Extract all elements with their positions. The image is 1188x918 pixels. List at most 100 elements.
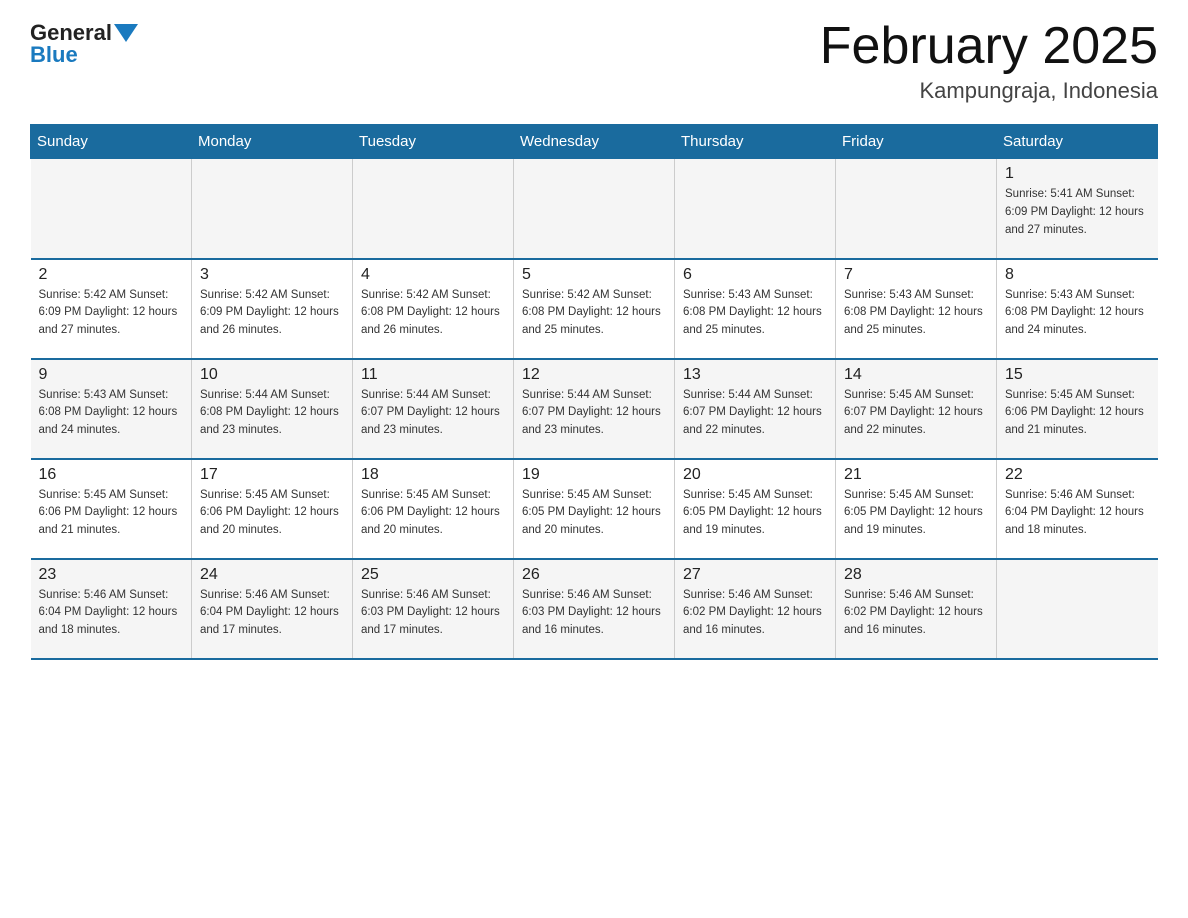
- day-info: Sunrise: 5:44 AM Sunset: 6:07 PM Dayligh…: [361, 387, 505, 440]
- calendar-cell: 19Sunrise: 5:45 AM Sunset: 6:05 PM Dayli…: [514, 459, 675, 559]
- calendar-week-row: 1 Sunrise: 5:41 AM Sunset: 6:09 PM Daylig…: [31, 159, 1158, 259]
- day-number: 17: [200, 466, 344, 484]
- calendar-cell: 12 Sunrise: 5:44 AM Sunset: 6:07 PM Dayli…: [514, 359, 675, 459]
- day-number: 1: [1005, 165, 1150, 183]
- calendar-cell: 11 Sunrise: 5:44 AM Sunset: 6:07 PM Dayli…: [353, 359, 514, 459]
- day-info: Sunrise: 5:44 AM Sunset: 6:07 PM Dayligh…: [522, 387, 666, 440]
- calendar-cell: 17 Sunrise: 5:45 AM Sunset: 6:06 PM Dayli…: [192, 459, 353, 559]
- location-text: Kampungraja, Indonesia: [820, 78, 1158, 104]
- calendar-header-row: SundayMondayTuesdayWednesdayThursdayFrid…: [31, 125, 1158, 159]
- calendar-cell: 5Sunrise: 5:42 AM Sunset: 6:08 PM Daylig…: [514, 259, 675, 359]
- calendar-cell: [31, 159, 192, 259]
- day-number: 8: [1005, 266, 1150, 284]
- calendar-cell: 26 Sunrise: 5:46 AM Sunset: 6:03 PM Dayli…: [514, 559, 675, 659]
- calendar-cell: 18Sunrise: 5:45 AM Sunset: 6:06 PM Dayli…: [353, 459, 514, 559]
- calendar-table: SundayMondayTuesdayWednesdayThursdayFrid…: [30, 124, 1158, 660]
- calendar-cell: 13 Sunrise: 5:44 AM Sunset: 6:07 PM Dayli…: [675, 359, 836, 459]
- day-number: 23: [39, 566, 184, 584]
- day-header-thursday: Thursday: [675, 125, 836, 159]
- day-number: 20: [683, 466, 827, 484]
- calendar-cell: 3 Sunrise: 5:42 AM Sunset: 6:09 PM Daylig…: [192, 259, 353, 359]
- day-info: Sunrise: 5:45 AM Sunset: 6:06 PM Dayligh…: [200, 487, 344, 540]
- logo-blue-text: Blue: [30, 42, 78, 68]
- day-info: Sunrise: 5:41 AM Sunset: 6:09 PM Dayligh…: [1005, 186, 1150, 239]
- calendar-cell: [836, 159, 997, 259]
- day-number: 9: [39, 366, 184, 384]
- day-info: Sunrise: 5:44 AM Sunset: 6:08 PM Dayligh…: [200, 387, 344, 440]
- day-info: Sunrise: 5:46 AM Sunset: 6:04 PM Dayligh…: [39, 587, 184, 640]
- calendar-cell: 1 Sunrise: 5:41 AM Sunset: 6:09 PM Daylig…: [997, 159, 1158, 259]
- calendar-cell: 25 Sunrise: 5:46 AM Sunset: 6:03 PM Dayli…: [353, 559, 514, 659]
- calendar-cell: 7 Sunrise: 5:43 AM Sunset: 6:08 PM Daylig…: [836, 259, 997, 359]
- day-info: Sunrise: 5:46 AM Sunset: 6:04 PM Dayligh…: [1005, 487, 1150, 540]
- day-info: Sunrise: 5:42 AM Sunset: 6:08 PM Dayligh…: [522, 287, 666, 340]
- calendar-cell: 23 Sunrise: 5:46 AM Sunset: 6:04 PM Dayli…: [31, 559, 192, 659]
- day-number: 11: [361, 366, 505, 384]
- day-info: Sunrise: 5:45 AM Sunset: 6:05 PM Dayligh…: [683, 487, 827, 540]
- calendar-week-row: 23 Sunrise: 5:46 AM Sunset: 6:04 PM Dayli…: [31, 559, 1158, 659]
- calendar-cell: 4Sunrise: 5:42 AM Sunset: 6:08 PM Daylig…: [353, 259, 514, 359]
- day-info: Sunrise: 5:43 AM Sunset: 6:08 PM Dayligh…: [844, 287, 988, 340]
- day-number: 27: [683, 566, 827, 584]
- day-number: 6: [683, 266, 827, 284]
- calendar-week-row: 9 Sunrise: 5:43 AM Sunset: 6:08 PM Daylig…: [31, 359, 1158, 459]
- day-info: Sunrise: 5:46 AM Sunset: 6:02 PM Dayligh…: [844, 587, 988, 640]
- day-number: 3: [200, 266, 344, 284]
- title-section: February 2025 Kampungraja, Indonesia: [820, 20, 1158, 104]
- day-number: 15: [1005, 366, 1150, 384]
- day-number: 26: [522, 566, 666, 584]
- day-info: Sunrise: 5:46 AM Sunset: 6:02 PM Dayligh…: [683, 587, 827, 640]
- day-info: Sunrise: 5:45 AM Sunset: 6:05 PM Dayligh…: [522, 487, 666, 540]
- day-number: 7: [844, 266, 988, 284]
- day-info: Sunrise: 5:45 AM Sunset: 6:06 PM Dayligh…: [39, 487, 184, 540]
- calendar-cell: 20 Sunrise: 5:45 AM Sunset: 6:05 PM Dayli…: [675, 459, 836, 559]
- day-number: 12: [522, 366, 666, 384]
- calendar-cell: 15 Sunrise: 5:45 AM Sunset: 6:06 PM Dayli…: [997, 359, 1158, 459]
- day-number: 13: [683, 366, 827, 384]
- calendar-cell: [192, 159, 353, 259]
- calendar-cell: 10Sunrise: 5:44 AM Sunset: 6:08 PM Dayli…: [192, 359, 353, 459]
- logo: General Blue: [30, 20, 140, 68]
- calendar-week-row: 2 Sunrise: 5:42 AM Sunset: 6:09 PM Daylig…: [31, 259, 1158, 359]
- calendar-cell: 6 Sunrise: 5:43 AM Sunset: 6:08 PM Daylig…: [675, 259, 836, 359]
- calendar-cell: 28 Sunrise: 5:46 AM Sunset: 6:02 PM Dayli…: [836, 559, 997, 659]
- calendar-cell: [997, 559, 1158, 659]
- day-info: Sunrise: 5:42 AM Sunset: 6:09 PM Dayligh…: [39, 287, 184, 340]
- day-number: 25: [361, 566, 505, 584]
- day-info: Sunrise: 5:44 AM Sunset: 6:07 PM Dayligh…: [683, 387, 827, 440]
- day-number: 28: [844, 566, 988, 584]
- day-number: 2: [39, 266, 184, 284]
- day-header-wednesday: Wednesday: [514, 125, 675, 159]
- calendar-cell: 2 Sunrise: 5:42 AM Sunset: 6:09 PM Daylig…: [31, 259, 192, 359]
- calendar-cell: 16 Sunrise: 5:45 AM Sunset: 6:06 PM Dayli…: [31, 459, 192, 559]
- day-info: Sunrise: 5:45 AM Sunset: 6:06 PM Dayligh…: [1005, 387, 1150, 440]
- day-info: Sunrise: 5:43 AM Sunset: 6:08 PM Dayligh…: [1005, 287, 1150, 340]
- day-info: Sunrise: 5:46 AM Sunset: 6:03 PM Dayligh…: [522, 587, 666, 640]
- day-info: Sunrise: 5:42 AM Sunset: 6:09 PM Dayligh…: [200, 287, 344, 340]
- calendar-cell: [675, 159, 836, 259]
- day-header-monday: Monday: [192, 125, 353, 159]
- day-number: 14: [844, 366, 988, 384]
- calendar-cell: 21 Sunrise: 5:45 AM Sunset: 6:05 PM Dayli…: [836, 459, 997, 559]
- calendar-cell: 9 Sunrise: 5:43 AM Sunset: 6:08 PM Daylig…: [31, 359, 192, 459]
- page-header: General Blue February 2025 Kampungraja, …: [30, 20, 1158, 104]
- day-number: 24: [200, 566, 344, 584]
- day-info: Sunrise: 5:45 AM Sunset: 6:07 PM Dayligh…: [844, 387, 988, 440]
- day-number: 16: [39, 466, 184, 484]
- month-title: February 2025: [820, 20, 1158, 72]
- day-header-sunday: Sunday: [31, 125, 192, 159]
- day-info: Sunrise: 5:46 AM Sunset: 6:04 PM Dayligh…: [200, 587, 344, 640]
- calendar-cell: [353, 159, 514, 259]
- calendar-cell: 14 Sunrise: 5:45 AM Sunset: 6:07 PM Dayli…: [836, 359, 997, 459]
- day-info: Sunrise: 5:43 AM Sunset: 6:08 PM Dayligh…: [683, 287, 827, 340]
- day-info: Sunrise: 5:45 AM Sunset: 6:05 PM Dayligh…: [844, 487, 988, 540]
- day-header-friday: Friday: [836, 125, 997, 159]
- calendar-cell: 8 Sunrise: 5:43 AM Sunset: 6:08 PM Daylig…: [997, 259, 1158, 359]
- calendar-cell: 27 Sunrise: 5:46 AM Sunset: 6:02 PM Dayli…: [675, 559, 836, 659]
- day-info: Sunrise: 5:46 AM Sunset: 6:03 PM Dayligh…: [361, 587, 505, 640]
- logo-triangle-icon: [114, 24, 138, 42]
- day-info: Sunrise: 5:43 AM Sunset: 6:08 PM Dayligh…: [39, 387, 184, 440]
- day-number: 4: [361, 266, 505, 284]
- day-header-tuesday: Tuesday: [353, 125, 514, 159]
- day-number: 21: [844, 466, 988, 484]
